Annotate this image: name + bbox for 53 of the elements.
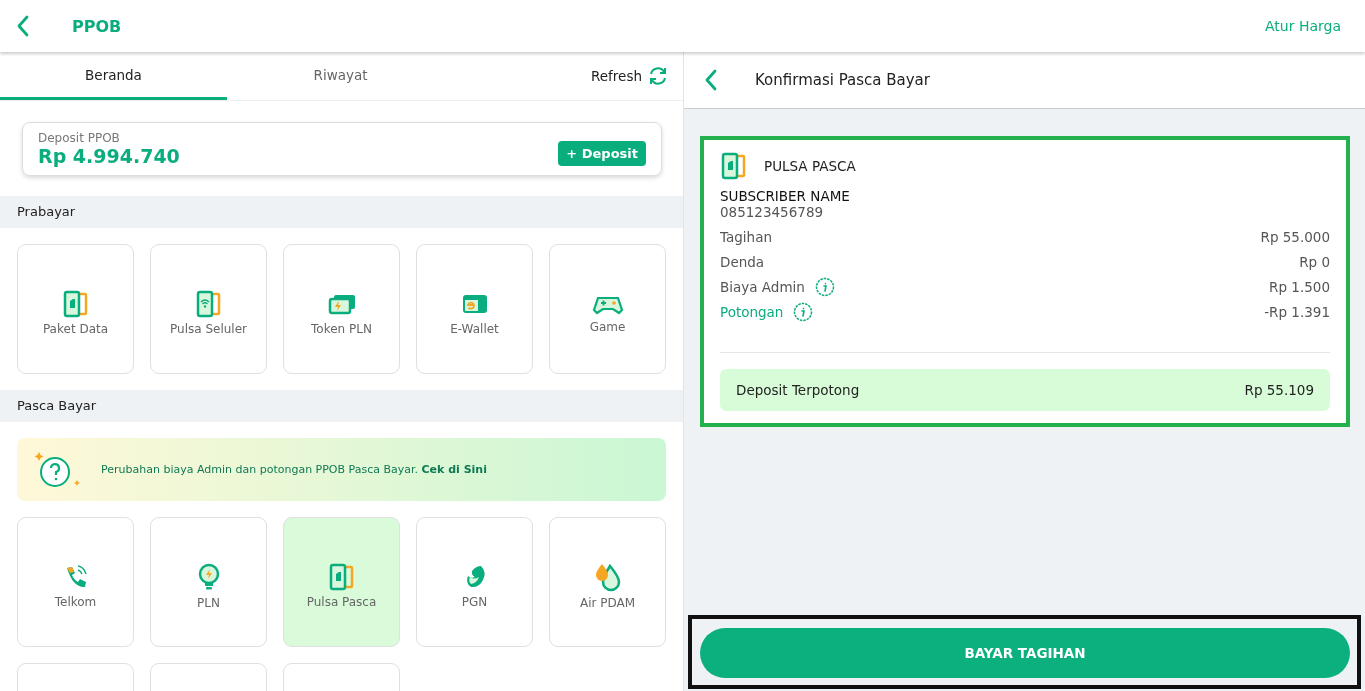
tile-label: Game [589,320,626,334]
sim-card-icon [61,290,90,318]
back-icon[interactable] [16,15,30,37]
line-amount: Rp 0 [1299,253,1330,270]
deposit-label: Deposit PPOB [38,131,121,145]
deposit-amount: Rp 4.994.740 [38,145,180,167]
refresh-button[interactable]: Refresh [591,68,642,84]
product-tile[interactable]: Pulsa Pasca [283,517,400,647]
notice-text: Perubahan biaya Admin dan potongan PPOB Pasca Bayar. Cek di Sini [101,463,487,476]
product-tile[interactable]: Pulsa Seluler [150,244,267,374]
tile-label: PGN [461,595,488,609]
product-tile[interactable]: Telkom [17,517,134,647]
product-tile[interactable]: PGN [416,517,533,647]
info-icon[interactable] [814,276,835,297]
subscriber-number: 085123456789 [720,204,825,220]
tile-label: E-Wallet [450,322,499,336]
line-amount: -Rp 1.391 [1264,303,1330,320]
phone-wifi-icon [194,290,223,318]
tile-label: Token PLN [311,322,372,336]
subscriber-name: SUBSCRIBER NAME [720,188,851,204]
info-icon[interactable] [793,301,814,322]
section-title: Pasca Bayar [17,398,97,413]
refresh-icon[interactable] [648,66,668,86]
product-tile[interactable]: E-Wallet [416,244,533,374]
check-here-link[interactable]: Cek di Sini [421,463,487,476]
tile-label: Air PDAM [579,596,636,610]
total-amount: Rp 55.109 [1244,382,1314,398]
tab[interactable]: Beranda [0,52,227,100]
sim-card-icon [327,563,356,591]
line-label: Biaya Admin [720,278,805,295]
product-tile[interactable]: Token PLN [283,244,400,374]
total-label: Deposit Terpotong [736,382,860,398]
line-amount: Rp 55.000 [1260,228,1330,245]
product-tile[interactable]: PLN [150,517,267,647]
product-name: PULSA PASCA [764,158,856,174]
line-label: Potongan [720,303,784,320]
tile-label: Paket Data [42,322,109,336]
tile-label: Pulsa Seluler [170,322,247,336]
panel-title: Konfirmasi Pasca Bayar [755,71,930,89]
line-label: Tagihan [720,228,772,245]
section-title: Prabayar [17,204,76,219]
page-title: PPOB [72,16,122,36]
sim-card-icon [720,152,748,180]
product-tile[interactable]: Paket Data [17,244,134,374]
tile-label: Telkom [54,595,97,609]
line-amount: Rp 1.500 [1269,278,1330,295]
tile-label: PLN [197,596,220,610]
tile-label: Pulsa Pasca [306,595,377,609]
product-tile[interactable]: Game [549,244,666,374]
back-icon[interactable] [704,69,718,91]
product-tile[interactable]: Air PDAM [549,517,666,647]
line-label: Denda [720,253,765,270]
tab[interactable]: Riwayat [227,52,454,100]
